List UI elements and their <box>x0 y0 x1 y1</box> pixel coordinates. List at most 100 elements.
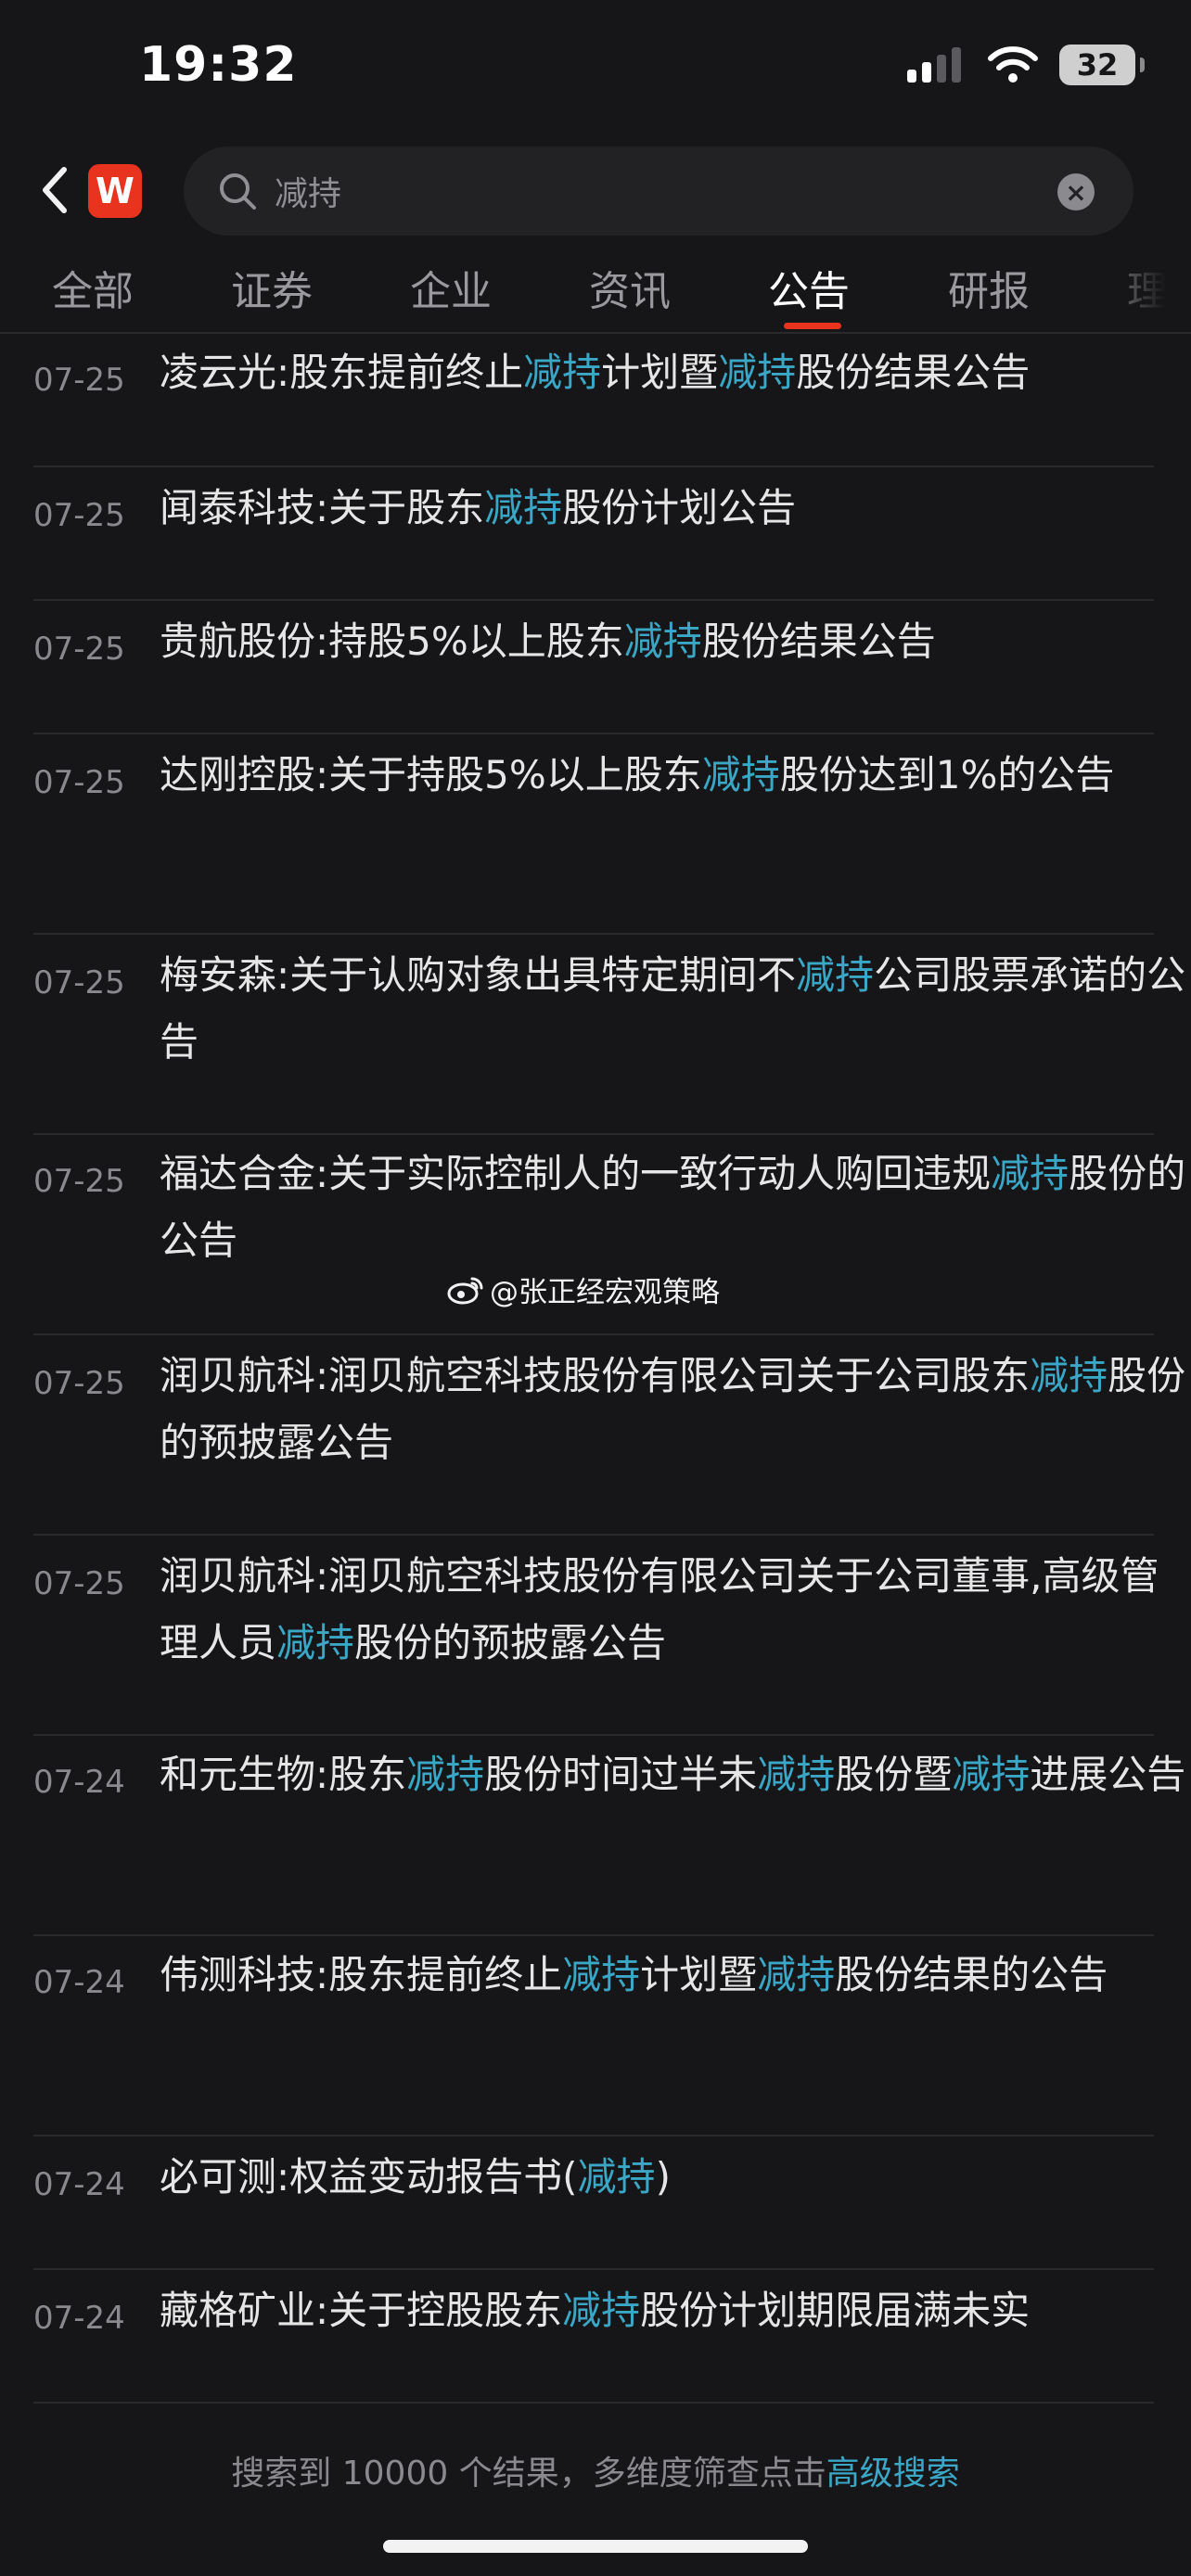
announcement-title[interactable]: 藏格矿业:关于控股股东减持股份计划期限届满未实 <box>160 2277 1189 2344</box>
results-count-text: 搜索到 10000 个结果，多维度筛查点击 <box>231 2455 826 2493</box>
announcement-row[interactable]: 07-25 润贝航科:润贝航空科技股份有限公司关于公司股东减持股份的预披露公告 <box>33 1335 1185 1536</box>
announcement-title[interactable]: 福达合金:关于实际控制人的一致行动人购回违规减持股份的公告 <box>160 1141 1189 1274</box>
keyword-highlight: 减持 <box>718 350 797 395</box>
title-segment: 股份时间过半未 <box>484 1752 758 1797</box>
announcement-row[interactable]: 07-25 达刚控股:关于持股5%以上股东减持股份达到1%的公告 <box>33 734 1154 935</box>
title-segment: 达刚控股:关于持股5%以上股东 <box>160 752 702 797</box>
announcement-title[interactable]: 闻泰科技:关于股东减持股份计划公告 <box>160 475 1189 542</box>
keyword-highlight: 减持 <box>701 752 780 797</box>
tab-all[interactable]: 全部 <box>52 258 134 317</box>
title-segment: 伟测科技:股东提前终止 <box>160 1952 563 1997</box>
title-segment: ) <box>655 2154 671 2200</box>
weibo-watermark: @张正经宏观策略 <box>447 1269 720 1310</box>
announcement-date: 07-25 <box>33 497 125 534</box>
announcement-title[interactable]: 梅安森:关于认购对象出具特定期间不减持公司股票承诺的公告 <box>160 942 1189 1076</box>
title-segment: 股份结果公告 <box>701 618 936 664</box>
results-footer: 搜索到 10000 个结果，多维度筛查点击高级搜索 <box>0 2446 1191 2494</box>
title-segment: 计划暨 <box>640 1952 758 1997</box>
announcement-title[interactable]: 必可测:权益变动报告书(减持) <box>160 2144 1189 2211</box>
title-segment: 进展公告 <box>1030 1752 1186 1797</box>
search-icon <box>220 173 256 210</box>
announcement-date: 07-25 <box>33 1565 125 1602</box>
status-bar: 19:32 32 <box>0 0 1191 139</box>
announcement-date: 07-25 <box>33 1163 125 1200</box>
status-time: 19:32 <box>139 37 298 93</box>
tab-research-reports[interactable]: 研报 <box>948 258 1030 317</box>
battery-icon: 32 <box>1059 45 1145 85</box>
back-button[interactable] <box>33 162 74 218</box>
announcement-date: 07-25 <box>33 362 125 399</box>
keyword-highlight: 减持 <box>562 1952 641 1997</box>
title-segment: 凌云光:股东提前终止 <box>160 350 524 395</box>
announcement-row[interactable]: 07-25 梅安森:关于认购对象出具特定期间不减持公司股票承诺的公告 <box>33 935 1185 1135</box>
announcement-date: 07-24 <box>33 2166 125 2203</box>
announcement-list: 07-25 凌云光:股东提前终止减持计划暨减持股份结果公告 07-25 闻泰科技:关于… <box>0 334 1191 2404</box>
announcement-row[interactable]: 07-24 藏格矿业:关于控股股东减持股份计划期限届满未实 <box>33 2270 1154 2404</box>
announcement-row[interactable]: 07-25 闻泰科技:关于股东减持股份计划公告 <box>33 467 1154 601</box>
title-segment: 润贝航科:润贝航空科技股份有限公司关于公司股东 <box>160 1353 1031 1398</box>
title-segment: 闻泰科技:关于股东 <box>160 485 485 530</box>
tab-securities[interactable]: 证券 <box>231 258 313 317</box>
announcement-date: 07-25 <box>33 764 125 801</box>
title-segment: 和元生物:股东 <box>160 1752 407 1797</box>
announcement-row[interactable]: 07-25 贵航股份:持股5%以上股东减持股份结果公告 <box>33 601 1154 734</box>
tab-companies[interactable]: 企业 <box>410 258 492 317</box>
announcement-title[interactable]: 润贝航科:润贝航空科技股份有限公司关于公司董事,高级管理人员减持股份的预披露公告 <box>160 1543 1189 1677</box>
announcement-date: 07-24 <box>33 1764 125 1801</box>
home-indicator[interactable] <box>383 2540 808 2553</box>
announcement-title[interactable]: 润贝航科:润贝航空科技股份有限公司关于公司股东减持股份的预披露公告 <box>160 1343 1189 1476</box>
announcement-row[interactable]: 07-25 凌云光:股东提前终止减持计划暨减持股份结果公告 <box>33 334 1154 467</box>
search-header: W 减持 × <box>0 144 1191 236</box>
wifi-icon <box>988 46 1038 83</box>
title-segment: 股份结果公告 <box>796 350 1031 395</box>
cellular-signal-icon <box>907 47 961 83</box>
status-icons: 32 <box>905 45 1145 85</box>
keyword-highlight: 减持 <box>577 2154 656 2200</box>
keyword-highlight: 减持 <box>991 1151 1069 1196</box>
keyword-highlight: 减持 <box>484 485 563 530</box>
announcement-title[interactable]: 贵航股份:持股5%以上股东减持股份结果公告 <box>160 608 1189 675</box>
title-segment: 藏格矿业:关于控股股东 <box>160 2288 563 2333</box>
announcement-date: 07-25 <box>33 1365 125 1402</box>
title-segment: 计划暨 <box>601 350 719 395</box>
title-segment: 福达合金:关于实际控制人的一致行动人购回违规 <box>160 1151 992 1196</box>
advanced-search-link[interactable]: 高级搜索 <box>826 2455 960 2493</box>
announcement-title[interactable]: 和元生物:股东减持股份时间过半未减持股份暨减持进展公告 <box>160 1741 1189 1808</box>
tab-announcements[interactable]: 公告 <box>768 258 850 317</box>
announcement-row[interactable]: 07-24 必可测:权益变动报告书(减持) <box>33 2136 1154 2270</box>
keyword-highlight: 减持 <box>1030 1353 1108 1398</box>
app-logo[interactable]: W <box>88 164 142 218</box>
title-segment: 股份的预披露公告 <box>354 1620 667 1665</box>
tab-news[interactable]: 资讯 <box>589 258 671 317</box>
tabs-fade-overlay <box>1089 250 1191 334</box>
announcement-title[interactable]: 达刚控股:关于持股5%以上股东减持股份达到1%的公告 <box>160 742 1189 809</box>
title-segment: 股份结果的公告 <box>835 1952 1108 1997</box>
announcement-title[interactable]: 伟测科技:股东提前终止减持计划暨减持股份结果的公告 <box>160 1942 1189 2009</box>
keyword-highlight: 减持 <box>406 1752 485 1797</box>
keyword-highlight: 减持 <box>276 1620 355 1665</box>
title-segment: 股份达到1%的公告 <box>779 752 1115 797</box>
keyword-highlight: 减持 <box>757 1952 836 1997</box>
close-icon: × <box>1065 176 1087 208</box>
announcement-row[interactable]: 07-25 润贝航科:润贝航空科技股份有限公司关于公司董事,高级管理人员减持股份的… <box>33 1536 1159 1736</box>
keyword-highlight: 减持 <box>757 1752 836 1797</box>
title-segment: 股份计划期限届满未实 <box>640 2288 1031 2333</box>
keyword-highlight: 减持 <box>952 1752 1031 1797</box>
keyword-highlight: 减持 <box>796 952 875 998</box>
search-query[interactable]: 减持 <box>275 167 341 215</box>
announcement-row[interactable]: 07-24 和元生物:股东减持股份时间过半未减持股份暨减持进展公告 <box>33 1736 1185 1936</box>
search-input[interactable]: 减持 × <box>184 147 1133 236</box>
announcement-date: 07-24 <box>33 1964 125 2001</box>
clear-search-button[interactable]: × <box>1057 173 1095 210</box>
title-segment: 贵航股份:持股5%以上股东 <box>160 618 624 664</box>
title-segment: 股份暨 <box>835 1752 953 1797</box>
announcement-date: 07-25 <box>33 631 125 668</box>
keyword-highlight: 减持 <box>523 350 602 395</box>
active-tab-indicator <box>784 323 841 329</box>
keyword-highlight: 减持 <box>623 618 702 664</box>
title-segment: 必可测:权益变动报告书( <box>160 2154 578 2200</box>
announcement-date: 07-24 <box>33 2300 125 2337</box>
announcement-row[interactable]: 07-24 伟测科技:股东提前终止减持计划暨减持股份结果的公告 <box>33 1936 1154 2136</box>
category-tabs: 全部 证券 企业 资讯 公告 研报 理财 <box>0 250 1191 334</box>
announcement-title[interactable]: 凌云光:股东提前终止减持计划暨减持股份结果公告 <box>160 339 1189 406</box>
